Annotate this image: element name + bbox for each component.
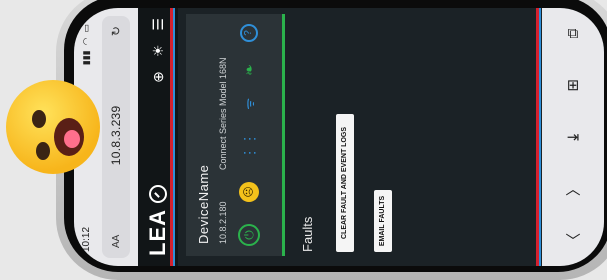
url-text[interactable]: 10.8.3.239 — [109, 106, 123, 166]
emoji-eye-right — [36, 142, 50, 160]
network-icon: ⋮⋮ — [240, 131, 257, 160]
header-actions: ⊕ ☀ ☰ — [150, 18, 167, 83]
address-bar[interactable]: AA 10.8.3.239 ↻ — [102, 16, 130, 258]
battery-icon: ▭ — [80, 24, 91, 33]
clear-fault-logs-button[interactable]: CLEAR FAULT AND EVENT LOGS — [336, 114, 354, 252]
power-icon: ⏻ — [238, 224, 260, 246]
warning-face-icon: ☹ — [239, 181, 259, 202]
accent-stripe-blue-right — [539, 8, 541, 266]
wireless-icon: ᯤ — [242, 97, 257, 110]
device-card[interactable]: DeviceName 10.8.2.180 Connect Series Mod… — [186, 14, 285, 256]
hamburger-icon[interactable]: ☰ — [150, 18, 167, 31]
device-name: DeviceName — [196, 164, 211, 244]
device-ip: 10.8.2.180 — [218, 201, 228, 244]
share-icon[interactable]: ⇥ — [561, 125, 585, 149]
phone-screen: 10:12 ▮▮▮ ◠ ▭ AA 10.8.3.239 ↻ LEA ⊕ ☀ ☰ — [74, 8, 604, 266]
reload-icon[interactable]: ↻ — [109, 26, 123, 36]
device-model: Connect Series Model 168N — [218, 57, 228, 170]
faults-heading: Faults — [300, 216, 315, 252]
email-faults-button[interactable]: EMAIL FAULTS — [374, 190, 392, 252]
device-status-icons: ⏻ ☹ ⋮⋮ ᯤ ❧ ? — [238, 24, 260, 246]
emoji-tongue — [64, 130, 80, 148]
web-viewport: 10:12 ▮▮▮ ◠ ▭ AA 10.8.3.239 ↻ LEA ⊕ ☀ ☰ — [74, 8, 604, 266]
status-time: 10:12 — [80, 226, 92, 252]
bookmarks-icon[interactable]: ⊞ — [561, 73, 585, 97]
wifi-icon: ◠ — [80, 37, 91, 46]
reader-mode-button[interactable]: AA — [111, 235, 122, 248]
surprised-emoji-icon — [6, 80, 100, 174]
accent-stripe-blue — [173, 8, 175, 266]
help-icon[interactable]: ? — [240, 24, 258, 42]
brand-logo[interactable]: LEA — [145, 209, 171, 256]
back-icon[interactable]: ﹀ — [561, 228, 585, 252]
leaf-power-icon: ❧ — [240, 64, 257, 76]
tabs-icon[interactable]: ⧉ — [561, 22, 585, 46]
status-icons: ▮▮▮ ◠ ▭ — [81, 24, 92, 65]
forward-icon[interactable]: ︿ — [561, 177, 585, 201]
browser-toolbar: ⧉ ⊞ ⇥ ︿ ﹀ — [542, 8, 604, 266]
signal-icon: ▮▮▮ — [80, 50, 91, 66]
brand-mark-icon — [149, 185, 167, 203]
globe-icon[interactable]: ⊕ — [150, 71, 167, 83]
sun-icon[interactable]: ☀ — [150, 45, 167, 58]
emoji-eye-left — [32, 110, 46, 128]
